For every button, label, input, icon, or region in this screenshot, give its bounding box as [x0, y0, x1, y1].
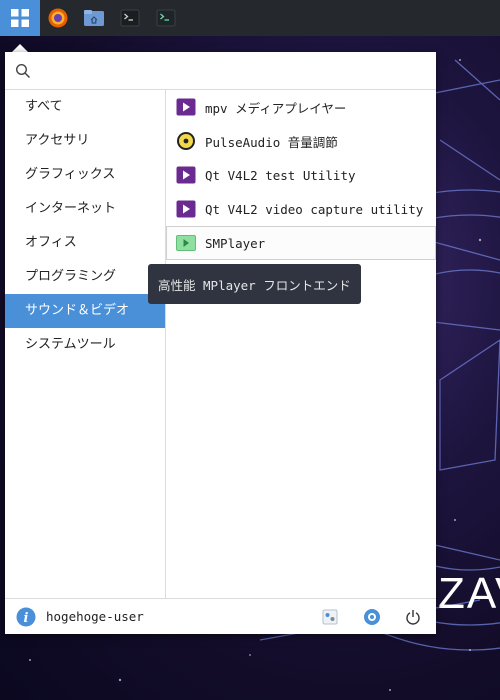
smplayer-icon — [176, 233, 196, 253]
category-internet[interactable]: インターネット — [5, 192, 165, 226]
app-label: Qt V4L2 video capture utility — [205, 201, 424, 217]
file-manager-launcher[interactable] — [76, 0, 112, 36]
settings-button[interactable] — [320, 607, 340, 627]
search-icon — [15, 63, 31, 78]
app-label: mpv メディアプレイヤー — [205, 100, 347, 116]
power-button[interactable] — [403, 607, 423, 627]
app-item-qt-v4l2-test[interactable]: Qt V4L2 test Utility — [166, 158, 436, 192]
svg-text:i: i — [24, 611, 29, 626]
app-item-mpv[interactable]: mpv メディアプレイヤー — [166, 90, 436, 124]
category-graphics[interactable]: グラフィックス — [5, 158, 165, 192]
app-item-pulseaudio[interactable]: PulseAudio 音量調節 — [166, 124, 436, 158]
category-system-tools[interactable]: システムツール — [5, 328, 165, 362]
terminal-launcher-2[interactable] — [148, 0, 184, 36]
speaker-icon — [176, 131, 196, 151]
qt-v4l2-icon — [176, 199, 196, 219]
category-list: すべて アクセサリ グラフィックス インターネット オフィス プログラミング サ… — [5, 90, 166, 598]
category-office[interactable]: オフィス — [5, 226, 165, 260]
grid-icon — [11, 9, 29, 27]
category-sound-video[interactable]: サウンド＆ビデオ — [5, 294, 165, 328]
terminal-icon — [120, 9, 140, 27]
folder-icon — [84, 10, 104, 26]
terminal-launcher[interactable] — [112, 0, 148, 36]
info-icon: i — [16, 607, 36, 626]
settings-icon — [322, 609, 338, 625]
app-list: mpv メディアプレイヤー PulseAudio 音量調節 Qt V4L2 te… — [166, 90, 436, 598]
app-item-qt-v4l2-capture[interactable]: Qt V4L2 video capture utility — [166, 192, 436, 226]
svg-text:ZAVO: ZAVO — [438, 569, 500, 618]
search-bar — [5, 52, 436, 90]
category-all[interactable]: すべて — [5, 90, 165, 124]
mpv-play-icon — [176, 97, 196, 117]
qt-v4l2-icon — [176, 165, 196, 185]
search-input[interactable] — [39, 63, 419, 78]
username: hogehoge-user — [46, 609, 144, 624]
lock-screen-icon — [364, 609, 380, 625]
menu-footer: i hogehoge-user — [5, 598, 436, 634]
app-tooltip: 高性能 MPlayer フロントエンド — [148, 264, 361, 304]
terminal-icon — [156, 9, 176, 27]
firefox-launcher[interactable] — [40, 0, 76, 36]
taskbar — [0, 0, 500, 36]
menu-pointer — [12, 44, 28, 52]
app-item-smplayer[interactable]: SMPlayer — [166, 226, 436, 260]
app-label: Qt V4L2 test Utility — [205, 167, 356, 183]
lock-screen-button[interactable] — [362, 607, 382, 627]
category-accessories[interactable]: アクセサリ — [5, 124, 165, 158]
app-label: PulseAudio 音量調節 — [205, 134, 338, 150]
application-menu-button[interactable] — [0, 0, 40, 36]
application-menu: すべて アクセサリ グラフィックス インターネット オフィス プログラミング サ… — [5, 52, 436, 634]
app-label: SMPlayer — [205, 235, 266, 251]
power-icon — [406, 610, 420, 625]
firefox-icon — [48, 8, 68, 28]
category-programming[interactable]: プログラミング — [5, 260, 165, 294]
